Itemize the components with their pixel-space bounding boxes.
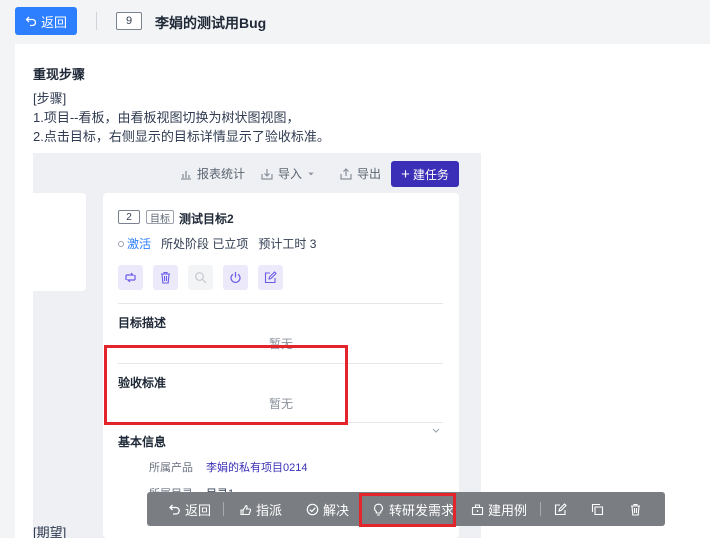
goal-actions — [118, 265, 283, 290]
assign-button[interactable]: 指派 — [239, 492, 282, 526]
create-case-label: 建用例 — [488, 502, 528, 518]
divider — [118, 303, 443, 304]
bar-chart-icon — [181, 170, 191, 180]
delete-action — [153, 265, 178, 290]
export-icon — [340, 167, 352, 180]
import-label: 导入 — [278, 167, 303, 181]
steps-line: 2.点击目标，右侧显示的目标详情显示了验收标准。 — [33, 129, 330, 144]
chevron-down-icon — [432, 428, 440, 433]
export-label: 导出 — [357, 167, 382, 181]
resolve-label: 解决 — [323, 502, 350, 518]
divider — [96, 12, 97, 30]
hand-icon — [240, 504, 252, 515]
power-action — [223, 265, 248, 290]
screenshot-toolbar: 报表统计 导入 导出 + 建任务 — [33, 153, 481, 193]
create-case-button[interactable]: 建用例 — [471, 492, 527, 526]
goal-meta: 激活 所处阶段 已立项 预计工时 3 — [118, 235, 316, 252]
back-button-label: 返回 — [40, 14, 67, 30]
toolbar-back-label: 返回 — [185, 502, 212, 518]
copy-button[interactable] — [591, 492, 604, 526]
steps-line: [步骤] — [33, 91, 67, 106]
steps-text: [步骤] 1.项目--看板，由看板视图切换为树状图视图， 2.点击目标，右侧显示… — [33, 89, 330, 146]
caret-down-icon — [308, 172, 314, 175]
delete-button[interactable] — [629, 492, 642, 526]
back-button[interactable]: 返回 — [15, 7, 77, 35]
goal-title: 测试目标2 — [179, 212, 234, 226]
import-button: 导入 — [261, 165, 315, 182]
toolbar-back-button[interactable]: 返回 — [168, 492, 211, 526]
section-title-steps: 重现步骤 — [33, 67, 86, 82]
case-icon — [471, 503, 484, 515]
create-task-label: 建任务 — [412, 167, 449, 182]
move-action — [118, 265, 143, 290]
check-circle-icon — [306, 503, 319, 515]
export-button: 导出 — [340, 165, 381, 182]
back-arrow-icon — [169, 504, 180, 515]
edit-icon — [554, 502, 567, 515]
bug-title: 李娟的测试用Bug — [155, 15, 267, 31]
tree-view-card — [33, 193, 86, 291]
move-icon — [125, 272, 136, 283]
field-label-product: 所属产品 — [149, 462, 193, 474]
bug-content: 重现步骤 [步骤] 1.项目--看板，由看板视图切换为树状图视图， 2.点击目标… — [15, 44, 710, 538]
report-stats-label: 报表统计 — [197, 167, 246, 181]
toolbar-separator — [540, 502, 541, 516]
goal-stage: 所处阶段 已立项 — [161, 237, 249, 251]
basic-info-section-title: 基本信息 — [118, 435, 167, 449]
goal-estimate: 预计工时 3 — [258, 237, 317, 251]
plus-icon: + — [401, 165, 410, 183]
create-task-button: + 建任务 — [391, 161, 459, 187]
bug-id-badge: 9 — [116, 12, 142, 30]
edit-button[interactable] — [554, 492, 567, 526]
import-icon — [261, 168, 273, 180]
search-icon — [195, 272, 207, 284]
goal-id-badge: 2 — [118, 210, 140, 224]
field-value-product: 李娟的私有项目0214 — [206, 462, 308, 474]
steps-line: 1.项目--看板，由看板视图切换为树状图视图， — [33, 110, 300, 125]
assign-label: 指派 — [256, 502, 283, 518]
status-dot-icon — [118, 240, 124, 247]
expected-label: [期望] — [33, 525, 67, 538]
highlight-box-to-story — [359, 493, 456, 527]
power-icon — [230, 272, 241, 283]
edit-icon — [264, 271, 277, 284]
edit-action — [258, 265, 283, 290]
top-bar: 返回 9 李娟的测试用Bug — [0, 0, 710, 44]
copy-icon — [591, 503, 604, 515]
highlight-box-acceptance — [104, 345, 348, 425]
desc-section-title: 目标描述 — [118, 316, 167, 330]
toolbar-separator — [223, 502, 224, 516]
resolve-button[interactable]: 解决 — [306, 492, 349, 526]
goal-type-tag: 目标 — [146, 210, 174, 225]
report-stats-button: 报表统计 — [180, 165, 245, 182]
trash-icon — [161, 271, 170, 284]
back-arrow-icon — [25, 16, 37, 27]
goal-status: 激活 — [118, 235, 151, 252]
search-action — [188, 265, 213, 290]
goal-status-label: 激活 — [127, 237, 152, 251]
trash-icon — [631, 503, 640, 516]
